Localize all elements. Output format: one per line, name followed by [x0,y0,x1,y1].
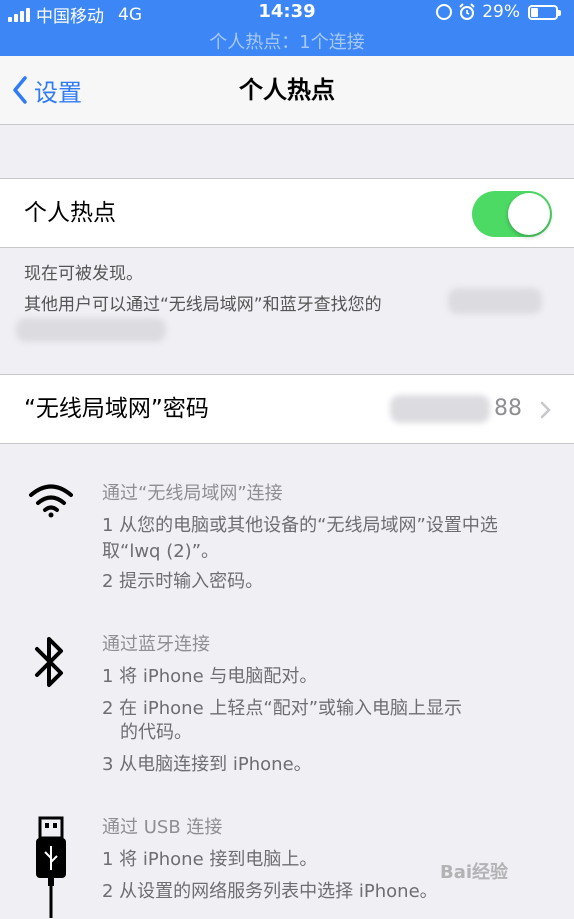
usb-step-1: 1 将 iPhone 接到电脑上。 [102,849,318,870]
bluetooth-step-3: 3 从电脑连接到 iPhone。 [102,754,312,775]
rotation-lock-icon [436,4,453,20]
wifi-password-label: “无线局域网”密码 [24,396,209,422]
wifi-step-1-cont: 取“lwq (2)”。 [102,541,220,562]
hotspot-toggle[interactable] [472,191,552,237]
hotspot-label: 个人热点 [24,200,116,226]
wifi-connect-title: 通过“无线局域网”连接 [102,483,283,504]
redacted-device-name-cont [16,318,166,342]
toggle-knob [508,193,550,235]
usb-cable-icon [36,816,66,918]
bluetooth-step-2-cont: 的代码。 [120,722,192,743]
page-title: 个人热点 [239,76,335,104]
redacted-password [390,395,490,423]
navigation-bar: 设置 个人热点 [0,56,574,125]
battery-percent: 29% [482,2,520,22]
wifi-step-2: 2 提示时输入密码。 [102,571,264,592]
alarm-icon [459,3,475,20]
status-right: 29% [436,2,561,22]
status-bar: 中国移动 4G 14:39 29% 个人热点：1个连接 [0,0,574,56]
bluetooth-icon [35,637,63,687]
discoverable-text: 现在可被发现。 [24,264,143,284]
battery-icon [528,4,561,20]
hotspot-toggle-cell: 个人热点 [0,178,574,248]
bluetooth-step-1: 1 将 iPhone 与电脑配对。 [102,666,318,687]
wifi-password-value: 88 [494,396,522,421]
wifi-icon [29,484,73,518]
hotspot-connection-banner[interactable]: 个人热点：1个连接 [0,28,574,54]
usb-step-2: 2 从设置的网络服务列表中选择 iPhone。 [102,881,438,902]
wifi-password-cell[interactable]: “无线局域网”密码 88 [0,374,574,444]
usb-connect-title: 通过 USB 连接 [102,817,223,838]
wifi-step-1: 1 从您的电脑或其他设备的“无线局域网”设置中选 [102,515,498,536]
watermark: Bai经验 [440,862,509,883]
hotspot-description: 其他用户可以通过“无线局域网”和蓝牙查找您的 [24,295,382,315]
bluetooth-connect-title: 通过蓝牙连接 [102,634,210,655]
bluetooth-step-2: 2 在 iPhone 上轻点“配对”或输入电脑上显示 [102,698,463,719]
redacted-device-name [448,288,542,314]
chevron-right-icon [540,401,551,419]
